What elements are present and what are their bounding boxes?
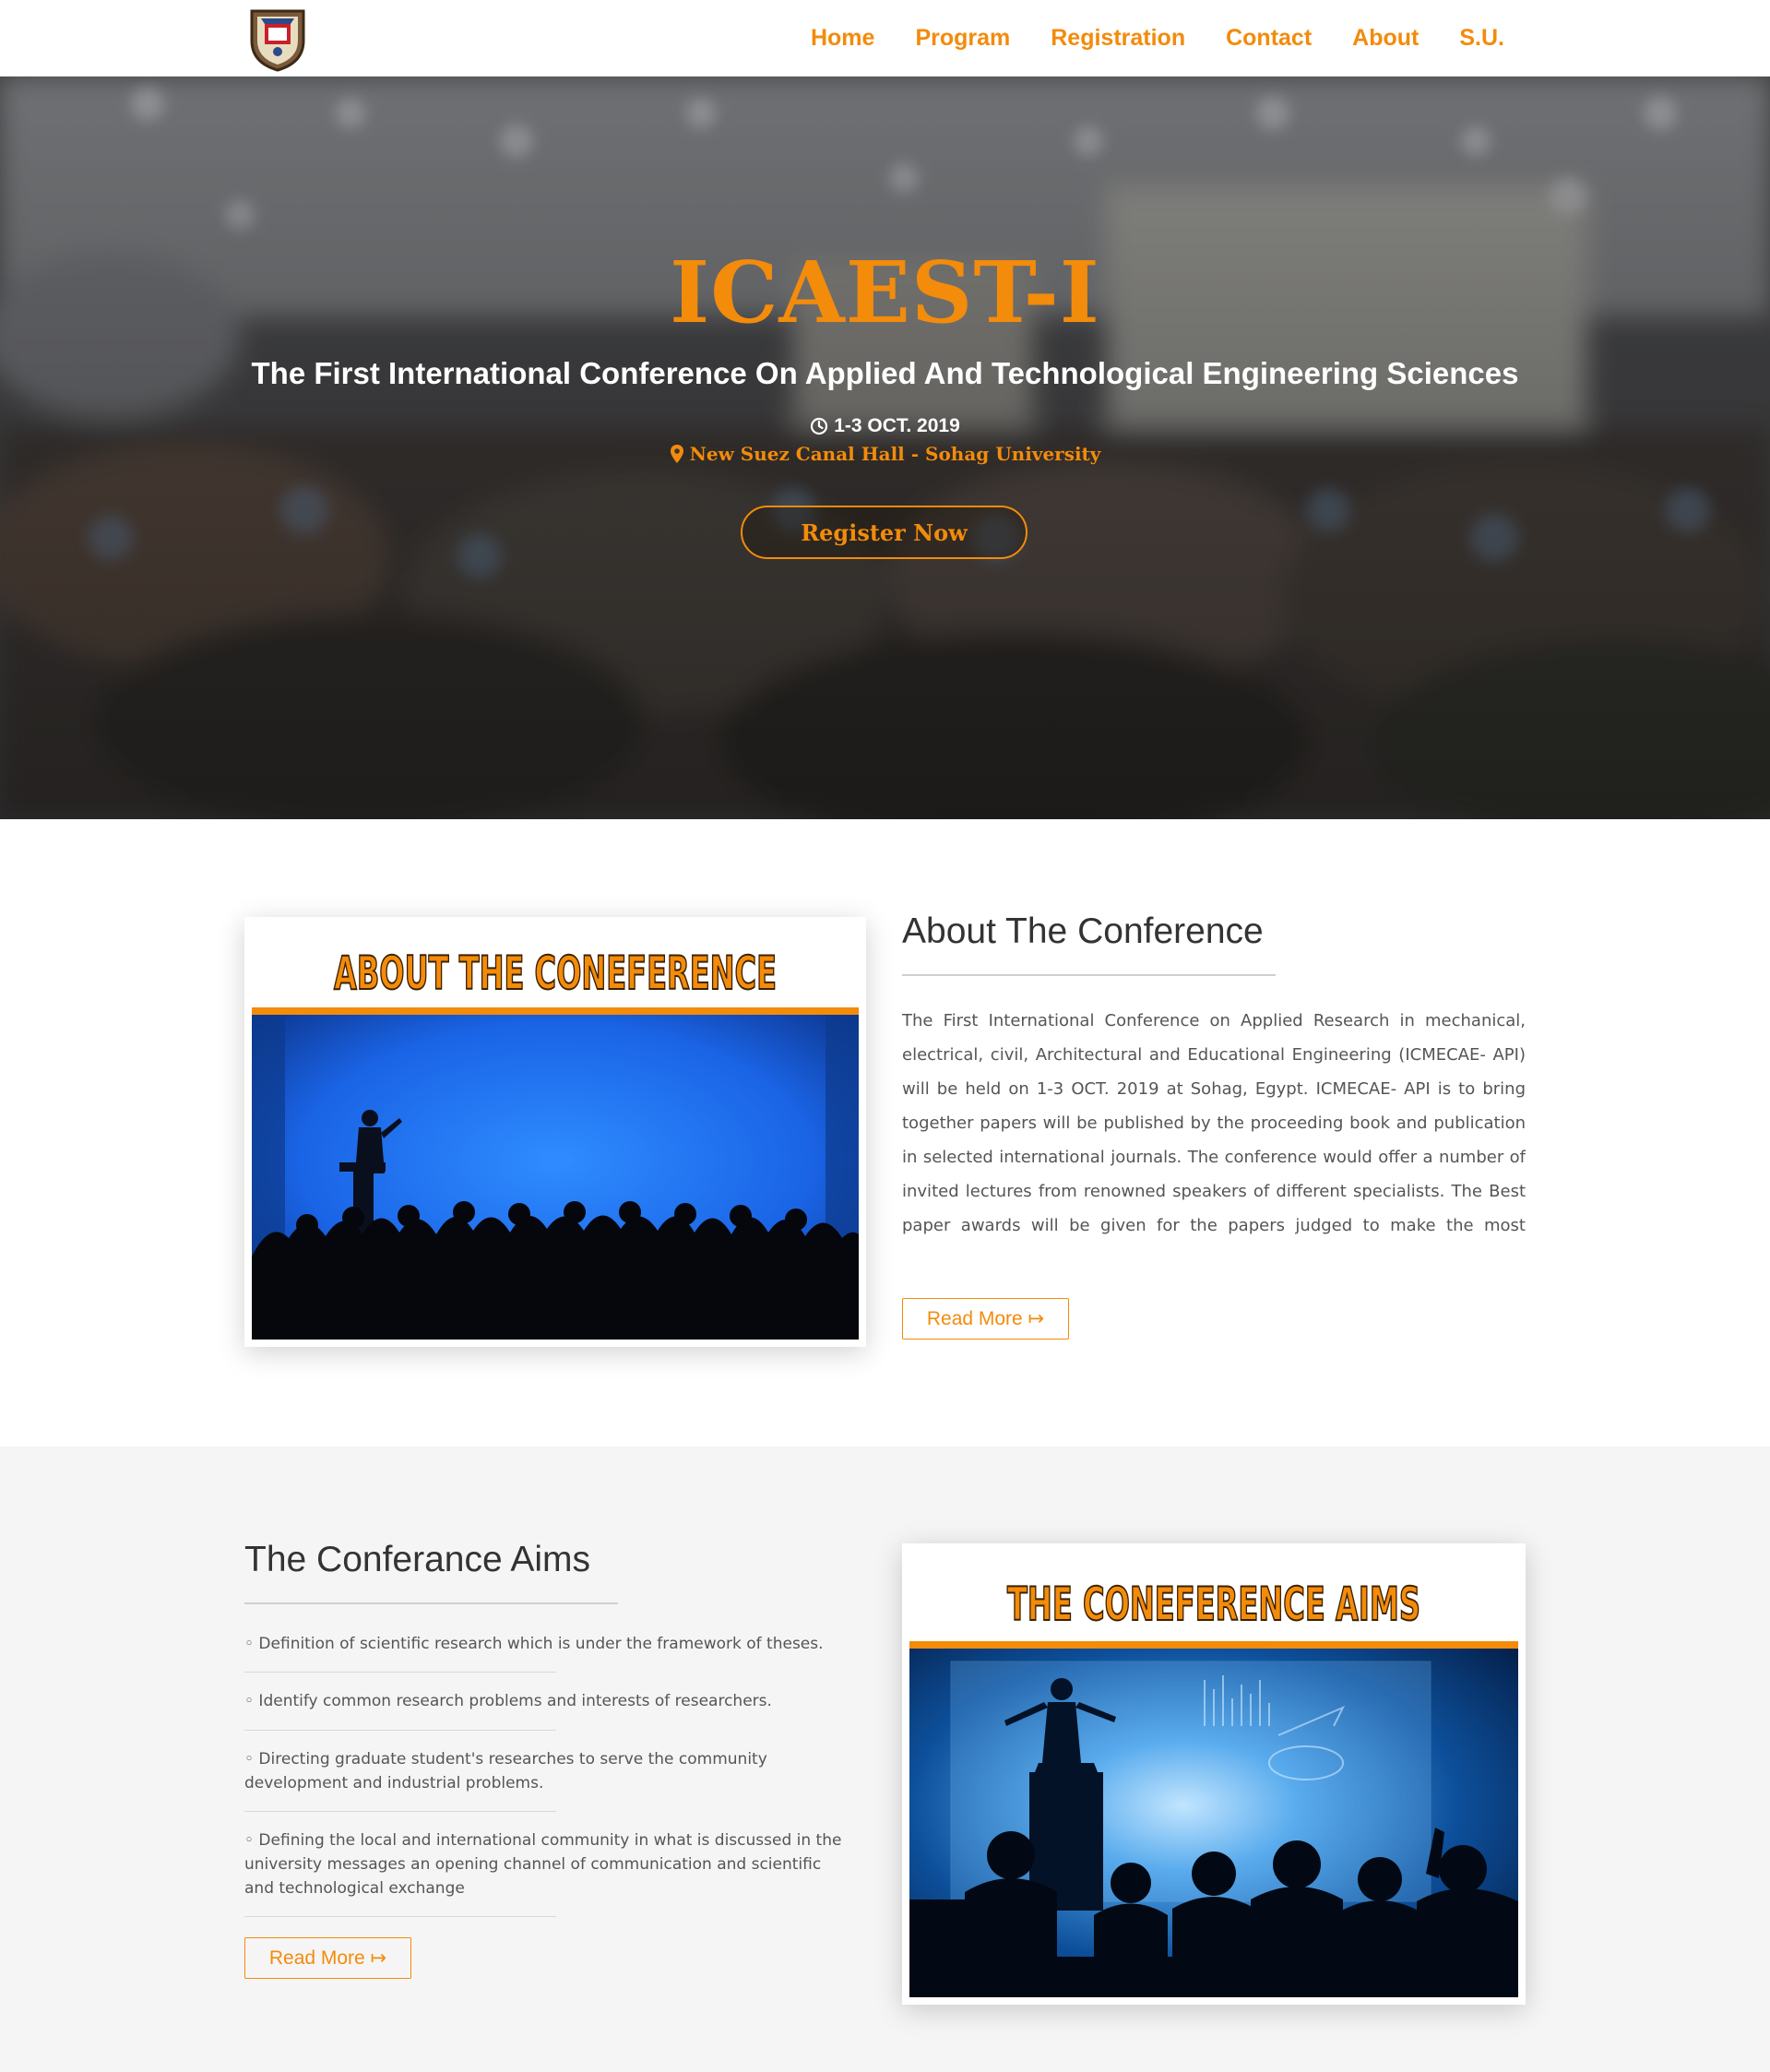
- nav-contact[interactable]: Contact: [1226, 25, 1312, 52]
- about-image-banner: ABOUT THE CONEFERENCE: [334, 947, 777, 1000]
- conference-title: ICAEST-I: [670, 243, 1100, 342]
- nav-home[interactable]: Home: [811, 25, 874, 52]
- register-now-button[interactable]: Register Now: [741, 506, 1028, 559]
- aims-image-card: THE CONEFERENCE AIMS: [902, 1543, 1526, 2005]
- university-logo[interactable]: [244, 6, 311, 72]
- about-conference-image: ABOUT THE CONEFERENCE: [252, 924, 859, 1340]
- nav-program[interactable]: Program: [915, 25, 1010, 52]
- about-image-card: ABOUT THE CONEFERENCE: [244, 917, 866, 1347]
- aim-item-2: ◦ Identify common research problems and …: [244, 1692, 772, 1710]
- aims-image-banner: THE CONEFERENCE AIMS: [1007, 1578, 1420, 1631]
- top-navbar: Home Program Registration Contact About …: [0, 0, 1770, 77]
- nav-about[interactable]: About: [1352, 25, 1419, 52]
- aims-section: The Conferance Aims ◦ Definition of scie…: [0, 1447, 1770, 2072]
- conference-venue: New Suez Canal Hall - Sohag University: [0, 443, 1770, 465]
- conference-aims-image: THE CONEFERENCE AIMS: [909, 1551, 1518, 1997]
- hero-content: ICAEST-I The First International Confere…: [0, 77, 1770, 819]
- conference-subtitle: The First International Conference On Ap…: [251, 356, 1519, 390]
- about-heading-divider: [902, 974, 1276, 976]
- aim-item-1: ◦ Definition of scientific research whic…: [244, 1635, 824, 1653]
- aims-heading-divider: [244, 1602, 618, 1604]
- main-menu: Home Program Registration Contact About …: [811, 0, 1504, 77]
- about-section: ABOUT THE CONEFERENCE About The Conferen…: [0, 819, 1770, 1447]
- clock-icon: [811, 417, 828, 435]
- aim-divider: [244, 1811, 556, 1812]
- about-heading: About The Conference: [902, 911, 1264, 951]
- aims-read-more-button[interactable]: Read More ↦: [244, 1937, 411, 1979]
- about-paragraph: The First International Conference on Ap…: [902, 1011, 1526, 1235]
- aim-divider: [244, 1672, 556, 1673]
- map-marker-icon: [670, 445, 683, 463]
- aim-divider: [244, 1730, 556, 1731]
- nav-su[interactable]: S.U.: [1459, 25, 1504, 52]
- aim-divider: [244, 1916, 556, 1917]
- aim-item-3: ◦ Directing graduate student's researche…: [244, 1750, 767, 1792]
- venue-text: New Suez Canal Hall - Sohag University: [689, 443, 1101, 465]
- about-read-more-button[interactable]: Read More ↦: [902, 1298, 1069, 1340]
- date-text: 1-3 OCT. 2019: [834, 415, 960, 436]
- nav-registration[interactable]: Registration: [1051, 25, 1185, 52]
- conference-date: 1-3 OCT. 2019: [0, 415, 1770, 437]
- aims-heading: The Conferance Aims: [244, 1540, 591, 1579]
- hero-banner: ICAEST-I The First International Confere…: [0, 77, 1770, 819]
- aim-item-4: ◦ Defining the local and international c…: [244, 1831, 842, 1898]
